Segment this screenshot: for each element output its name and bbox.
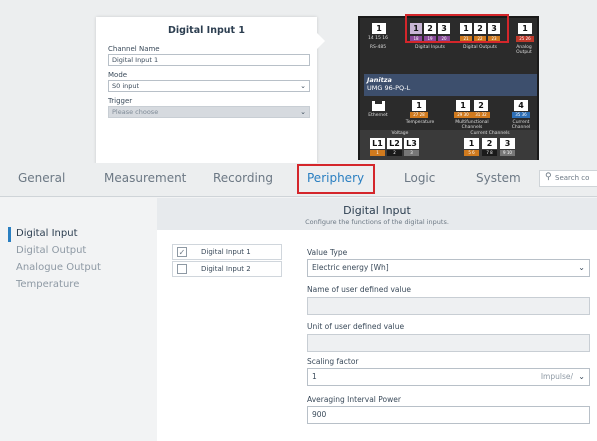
ao-pins: 25 26 [516,36,534,42]
analog-output-port[interactable]: 1 [518,23,532,34]
digital-input-1-option[interactable]: ✓ Digital Input 1 [172,244,282,260]
brand-name: Janitza [367,76,392,84]
sidebar-item-temperature[interactable]: Temperature [16,279,79,290]
value-type-label: Value Type [307,248,348,257]
device-brand-bar: Janitza UMG 96-PQ-L [364,74,537,96]
chevron-down-icon: ⌄ [578,372,585,381]
mode-select[interactable]: S0 input ⌄ [108,80,310,92]
rs485-pins: 14 15 16 [367,36,389,41]
sidebar-active-marker [8,227,11,242]
trigger-placeholder: Please choose [112,108,159,116]
sidebar-item-digital-input[interactable]: Digital Input [16,228,78,239]
temperature-port[interactable]: 1 [412,100,426,111]
checkbox-checked-icon[interactable]: ✓ [177,247,187,257]
cc-pins: 35 36 [512,112,530,118]
current-pins-3: 9 10 [500,150,515,156]
sidebar-item-analogue-output[interactable]: Analogue Output [16,262,101,273]
current-channels-label: Current Channels [470,131,510,136]
avg-interval-label: Averaging Interval Power [307,395,401,404]
digital-input-2-option[interactable]: Digital Input 2 [172,261,282,277]
sidebar-item-digital-output[interactable]: Digital Output [16,245,86,256]
channel-config-popup: Digital Input 1 Channel Name Digital Inp… [96,17,317,165]
panel-title: Digital Input [343,204,411,217]
voltage-pin-1: 1 [370,150,385,156]
channel-name-label: Channel Name [108,45,160,53]
tab-system[interactable]: System [476,171,521,185]
value-type-value: Electric energy [Wh] [312,263,389,272]
mf-pins-2: 31 32 [472,112,490,118]
scaling-factor-value: 1 [312,372,317,381]
avg-interval-input[interactable]: 900 [307,406,590,424]
panel-header: Digital Input Configure the functions of… [157,198,597,230]
mf-pins-1: 29 30 [454,112,472,118]
mf-channel-1-port[interactable]: 1 [456,100,470,111]
voltage-l1-port[interactable]: L1 [370,138,385,149]
rs485-label: RS-485 [369,45,387,50]
digital-input-2-label: Digital Input 2 [201,265,251,273]
current-pins-1: 5 6 [464,150,479,156]
panel-subtitle: Configure the functions of the digital i… [305,218,449,226]
udv-unit-input[interactable] [307,334,590,352]
voltage-l3-port[interactable]: L3 [404,138,419,149]
chevron-down-icon: ⌄ [300,82,306,90]
scaling-unit: Impulse/ [540,372,573,381]
trigger-select[interactable]: Please choose ⌄ [108,106,310,118]
mf-label: Multifunctional Channels [455,120,489,130]
search-icon: ⚲ [545,172,552,182]
current-channel-2-port[interactable]: 2 [482,138,497,149]
tab-recording[interactable]: Recording [213,171,273,185]
current-channel-3-port[interactable]: 3 [500,138,515,149]
value-type-select[interactable]: Electric energy [Wh] ⌄ [307,259,590,277]
checkbox-icon[interactable] [177,264,187,274]
temperature-label: Temperature [405,120,435,125]
digital-input-1-label: Digital Input 1 [201,248,251,256]
tab-measurement[interactable]: Measurement [104,171,186,185]
scaling-factor-label: Scaling factor [307,357,359,366]
ethernet-icon[interactable] [372,101,385,111]
tab-general[interactable]: General [18,171,65,185]
main-panel: Digital Input Configure the functions of… [157,198,597,441]
digital-outputs-label: Digital Outputs [462,45,497,50]
voltage-l2-port[interactable]: L2 [387,138,402,149]
voltage-pin-3: 3 [404,150,419,156]
current-pins-2: 7 8 [482,150,497,156]
popup-title: Digital Input 1 [167,25,246,36]
trigger-label: Trigger [108,97,133,105]
popup-arrow [316,32,325,50]
voltage-label: Voltage [391,131,409,136]
mode-label: Mode [108,71,128,79]
voltage-pin-2: 2 [387,150,402,156]
scaling-factor-input[interactable]: 1 Impulse/ ⌄ [307,368,590,386]
chevron-down-icon: ⌄ [578,263,585,272]
ethernet-label: Ethernet [368,113,388,118]
periphery-highlight-box [297,164,375,194]
udv-name-input[interactable] [307,297,590,315]
tab-logic[interactable]: Logic [404,171,435,185]
io-highlight-box [405,14,509,43]
chevron-down-icon: ⌄ [300,108,306,116]
analog-output-label: Analog Output [516,45,532,55]
channel-name-input[interactable]: Digital Input 1 [108,54,310,66]
current-channel-4-port[interactable]: 4 [514,100,528,111]
udv-name-label: Name of user defined value [307,285,411,294]
digital-inputs-label: Digital Inputs [414,45,446,50]
rs485-port[interactable]: 1 [372,23,386,34]
udv-unit-label: Unit of user defined value [307,322,405,331]
current-channel-1-port[interactable]: 1 [464,138,479,149]
temp-pins: 27 28 [410,112,428,118]
mode-value: S0 input [112,82,140,90]
mf-channel-2-port[interactable]: 2 [474,100,488,111]
current-channel-label: Current Channel [511,120,531,130]
device-model: UMG 96-PQ-L [367,84,411,92]
